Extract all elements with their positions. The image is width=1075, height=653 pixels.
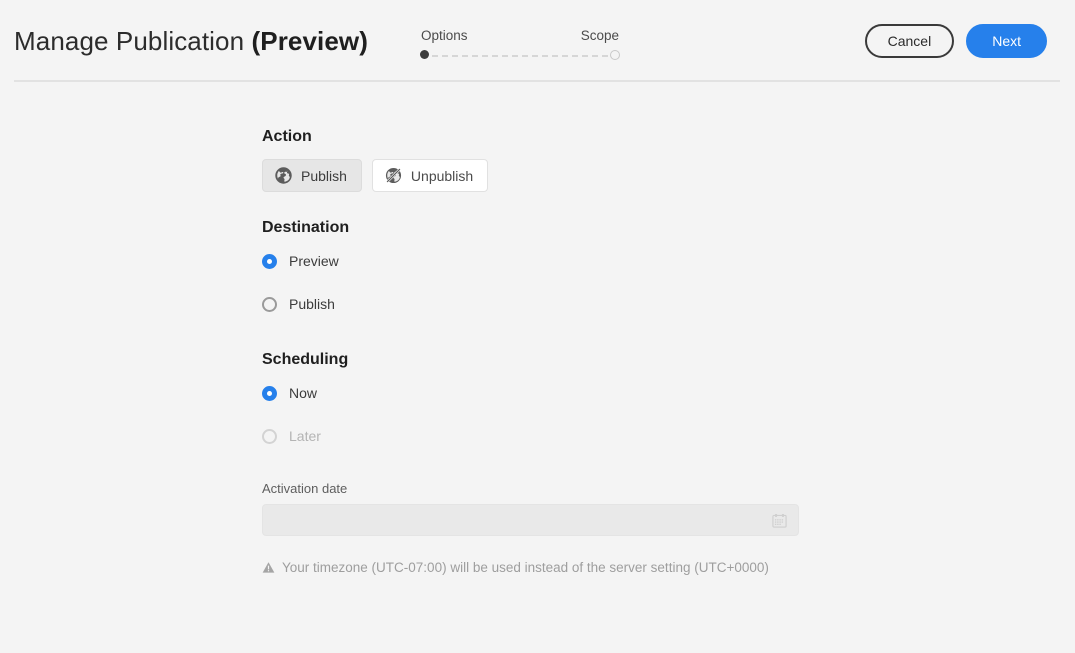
globe-icon bbox=[275, 167, 292, 184]
radio-icon[interactable] bbox=[262, 297, 277, 312]
destination-option-publish-label: Publish bbox=[289, 296, 335, 312]
unpublish-action-button[interactable]: Unpublish bbox=[372, 159, 488, 192]
activation-date-input bbox=[263, 505, 772, 535]
destination-section-title: Destination bbox=[262, 219, 1075, 237]
radio-icon bbox=[262, 429, 277, 444]
header-divider bbox=[14, 80, 1060, 82]
step-label-scope[interactable]: Scope bbox=[581, 28, 619, 43]
globe-slash-icon bbox=[385, 167, 402, 184]
action-section-title: Action bbox=[262, 128, 1075, 146]
timezone-warning: Your timezone (UTC-07:00) will be used i… bbox=[262, 560, 1075, 575]
publish-action-label: Publish bbox=[301, 168, 347, 184]
scheduling-option-later-label: Later bbox=[289, 428, 321, 444]
destination-option-preview[interactable]: Preview bbox=[262, 250, 339, 272]
activation-date-label: Activation date bbox=[262, 481, 1075, 496]
scheduling-radio-group: Now Later bbox=[262, 382, 1075, 447]
page-title-bold: (Preview) bbox=[252, 26, 369, 56]
radio-icon[interactable] bbox=[262, 254, 277, 269]
cancel-button[interactable]: Cancel bbox=[865, 24, 955, 58]
step-dot-scope[interactable] bbox=[610, 50, 620, 60]
timezone-warning-text: Your timezone (UTC-07:00) will be used i… bbox=[282, 560, 769, 575]
step-label-options[interactable]: Options bbox=[421, 28, 468, 43]
page-header: Manage Publication (Preview) Options Sco… bbox=[0, 0, 1075, 82]
step-indicator: Options Scope bbox=[420, 28, 620, 60]
destination-option-preview-label: Preview bbox=[289, 253, 339, 269]
destination-option-publish[interactable]: Publish bbox=[262, 293, 335, 315]
page-title: Manage Publication (Preview) bbox=[14, 26, 368, 57]
scheduling-option-now-label: Now bbox=[289, 385, 317, 401]
activation-date-group: Activation date bbox=[262, 481, 1075, 536]
scheduling-option-now[interactable]: Now bbox=[262, 382, 317, 404]
action-button-group: Publish Unpublish bbox=[262, 159, 1075, 192]
step-dot-options[interactable] bbox=[420, 50, 429, 59]
header-actions: Cancel Next bbox=[865, 24, 1047, 58]
activation-date-field bbox=[262, 504, 799, 536]
destination-radio-group: Preview Publish bbox=[262, 250, 1075, 315]
warning-icon bbox=[262, 561, 275, 574]
calendar-icon bbox=[772, 513, 798, 528]
scheduling-option-later: Later bbox=[262, 425, 321, 447]
unpublish-action-label: Unpublish bbox=[411, 168, 473, 184]
next-button[interactable]: Next bbox=[966, 24, 1047, 58]
step-connector-line bbox=[432, 55, 608, 57]
publication-form: Action Publish Unpublish bbox=[0, 82, 1075, 575]
scheduling-section-title: Scheduling bbox=[262, 351, 1075, 369]
page-title-light: Manage Publication bbox=[14, 26, 252, 56]
publish-action-button[interactable]: Publish bbox=[262, 159, 362, 192]
radio-icon[interactable] bbox=[262, 386, 277, 401]
